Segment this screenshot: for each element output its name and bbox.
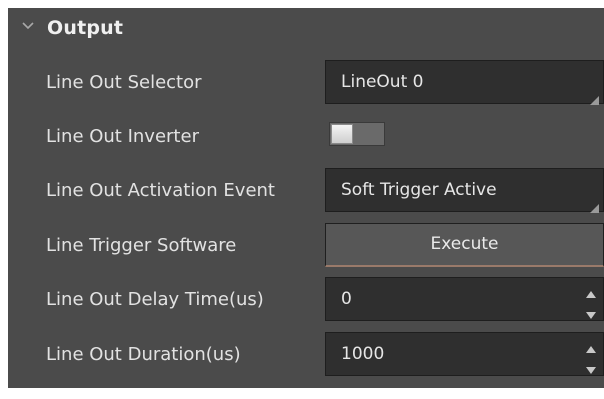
line-out-selector-value: LineOut 0 — [341, 72, 424, 92]
output-section-header[interactable]: Output — [8, 8, 604, 48]
line-out-inverter-label: Line Out Inverter — [46, 126, 199, 147]
section-title: Output — [47, 17, 124, 39]
line-out-delay-time-label: Line Out Delay Time(us) — [46, 289, 264, 310]
chevron-down-icon[interactable] — [21, 18, 35, 32]
toggle-knob — [331, 124, 353, 144]
dropdown-corner-icon — [590, 90, 599, 105]
line-out-selector-label: Line Out Selector — [46, 72, 202, 93]
output-panel: Output Line Out Selector LineOut 0 Line … — [8, 8, 604, 388]
spin-up-icon[interactable] — [585, 339, 597, 353]
line-out-delay-time-input[interactable]: 0 — [325, 277, 604, 321]
line-out-inverter-toggle[interactable] — [329, 122, 385, 146]
spin-up-icon[interactable] — [585, 284, 597, 298]
line-out-selector-dropdown[interactable]: LineOut 0 — [325, 60, 604, 105]
line-out-duration-label: Line Out Duration(us) — [46, 344, 241, 365]
line-out-activation-event-label: Line Out Activation Event — [46, 180, 275, 201]
line-out-duration-input[interactable]: 1000 — [325, 332, 604, 376]
execute-button[interactable]: Execute — [325, 223, 604, 267]
line-out-duration-value: 1000 — [341, 344, 385, 364]
line-out-delay-time-value: 0 — [341, 289, 352, 309]
line-trigger-software-label: Line Trigger Software — [46, 235, 237, 256]
spin-down-icon[interactable] — [585, 360, 597, 374]
dropdown-corner-icon — [590, 198, 599, 213]
spin-down-icon[interactable] — [585, 305, 597, 319]
line-out-activation-event-dropdown[interactable]: Soft Trigger Active — [325, 168, 604, 213]
line-out-activation-event-value: Soft Trigger Active — [341, 180, 497, 200]
